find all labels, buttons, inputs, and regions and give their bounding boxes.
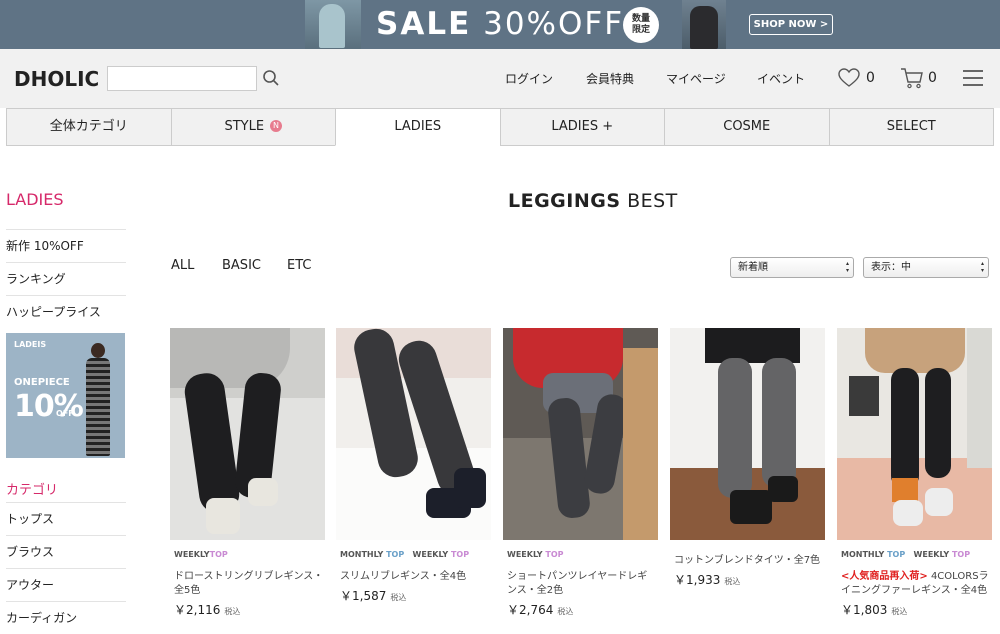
- shop-now-button[interactable]: SHOP NOW >: [749, 14, 833, 35]
- product-image[interactable]: [503, 328, 658, 540]
- site-logo[interactable]: DHOLIC: [14, 67, 99, 91]
- filter-all[interactable]: ALL: [171, 258, 194, 273]
- sidebar-item-ranking[interactable]: ランキング: [6, 262, 126, 295]
- filter-basic[interactable]: BASIC: [222, 258, 261, 273]
- promo-off: OFF: [56, 409, 74, 418]
- tab-style[interactable]: STYLE N: [170, 108, 335, 146]
- product-price: ￥1,803 税込: [841, 603, 908, 617]
- product-name[interactable]: <人気商品再入荷> 4COLORSライニングファーレギンス・全4色: [841, 570, 991, 598]
- product-card[interactable]: コットンブレンドタイツ・全7色 ￥1,933 税込: [670, 328, 825, 587]
- hamburger-menu-icon[interactable]: [963, 70, 983, 88]
- sidebar-menu: 新作 10%OFF ランキング ハッピープライス: [6, 229, 126, 328]
- nav-login[interactable]: ログイン: [505, 70, 553, 87]
- category-cardigan[interactable]: カーディガン: [6, 601, 126, 634]
- limited-quantity-badge: 数量 限定: [623, 7, 659, 43]
- banner-model-image-right: [682, 0, 726, 49]
- tab-all-categories[interactable]: 全体カテゴリ: [6, 108, 171, 146]
- product-card[interactable]: MONTHLY TOP WEEKLY TOP <人気商品再入荷> 4COLORS…: [837, 328, 992, 617]
- promo-label: LADEIS: [14, 340, 47, 349]
- sale-banner[interactable]: SALE 30%OFF 数量 限定 SHOP NOW >: [0, 0, 1000, 49]
- cart-icon[interactable]: [900, 67, 924, 89]
- sidebar-title[interactable]: LADIES: [6, 190, 64, 209]
- tab-ladies-plus[interactable]: LADIES +: [499, 108, 664, 146]
- site-header: DHOLIC ログイン 会員特典 マイページ イベント 0 0: [0, 49, 1000, 108]
- product-price: ￥2,116 税込: [174, 603, 241, 617]
- product-name[interactable]: コットンブレンドタイツ・全7色: [674, 554, 824, 568]
- heart-icon[interactable]: [838, 68, 860, 88]
- category-list: トップス ブラウス アウター カーディガン: [6, 502, 126, 634]
- product-name[interactable]: ドローストリングリブレギンス・全5色: [174, 570, 324, 598]
- nav-mypage[interactable]: マイページ: [666, 70, 726, 87]
- nav-event[interactable]: イベント: [757, 70, 805, 87]
- tab-ladies[interactable]: LADIES: [335, 108, 500, 146]
- promo-line: ONEPIECE: [14, 377, 70, 388]
- promo-percent: 10%: [14, 389, 84, 424]
- category-tops[interactable]: トップス: [6, 502, 126, 535]
- sort-order-select[interactable]: 新着順: [730, 257, 854, 278]
- view-size-select[interactable]: 表示：中: [863, 257, 989, 278]
- product-price: ￥2,764 税込: [507, 603, 574, 617]
- promo-model-image: [84, 339, 112, 458]
- onepiece-promo-banner[interactable]: LADEIS ONEPIECE 10% OFF: [6, 333, 125, 458]
- product-price: ￥1,933 税込: [674, 573, 741, 587]
- product-card[interactable]: WEEKLY TOP ショートパンツレイヤードレギンス・全2色 ￥2,764 税込: [503, 328, 658, 617]
- product-image[interactable]: [670, 328, 825, 540]
- filter-etc[interactable]: ETC: [287, 258, 311, 273]
- product-price: ￥1,587 税込: [340, 589, 407, 603]
- new-badge: N: [270, 119, 283, 132]
- banner-model-image-left: [305, 0, 361, 49]
- product-tags: MONTHLY TOP WEEKLY TOP: [841, 550, 971, 559]
- search-input[interactable]: [107, 66, 257, 91]
- product-card[interactable]: MONTHLY TOP WEEKLY TOP スリムリブレギンス・全4色 ￥1,…: [336, 328, 491, 603]
- product-tags: WEEKLYTOP: [174, 550, 228, 559]
- banner-sale-text: SALE 30%OFF: [376, 6, 625, 42]
- page-title: LEGGINGS BEST: [508, 190, 678, 212]
- nav-member-benefits[interactable]: 会員特典: [586, 70, 634, 87]
- product-name[interactable]: ショートパンツレイヤードレギンス・全2色: [507, 570, 657, 598]
- category-blouse[interactable]: ブラウス: [6, 535, 126, 568]
- product-image[interactable]: [837, 328, 992, 540]
- cart-count: 0: [928, 70, 937, 86]
- wishlist-count: 0: [866, 70, 875, 86]
- product-name[interactable]: スリムリブレギンス・全4色: [340, 570, 490, 584]
- tab-select[interactable]: SELECT: [828, 108, 994, 146]
- product-tags: MONTHLY TOP WEEKLY TOP: [340, 550, 470, 559]
- category-title: カテゴリ: [6, 483, 59, 498]
- category-outer[interactable]: アウター: [6, 568, 126, 601]
- product-image[interactable]: [170, 328, 325, 540]
- tab-cosme[interactable]: COSME: [664, 108, 829, 146]
- main-tabs: 全体カテゴリ STYLE N LADIES LADIES + COSME SELE…: [6, 108, 994, 146]
- sidebar-item-new[interactable]: 新作 10%OFF: [6, 229, 126, 262]
- sidebar-item-happy-price[interactable]: ハッピープライス: [6, 295, 126, 328]
- restock-label: <人気商品再入荷>: [841, 571, 928, 582]
- product-image[interactable]: [336, 328, 491, 540]
- search-icon[interactable]: [262, 69, 280, 87]
- product-tags: WEEKLY TOP: [507, 550, 564, 559]
- product-card[interactable]: WEEKLYTOP ドローストリングリブレギンス・全5色 ￥2,116 税込: [170, 328, 325, 617]
